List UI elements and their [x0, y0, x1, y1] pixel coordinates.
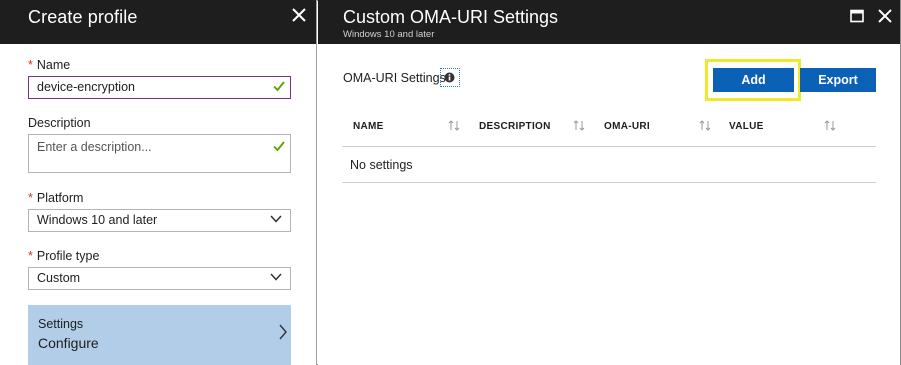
check-icon	[273, 81, 285, 92]
check-icon	[273, 141, 285, 152]
chevron-down-icon	[270, 273, 282, 281]
required-asterisk: *	[28, 249, 33, 263]
description-placeholder: Enter a description...	[37, 140, 152, 154]
name-label: * Name	[28, 58, 71, 72]
profile-type-select[interactable]: Custom	[28, 267, 291, 290]
blade-title: Custom OMA-URI Settings	[343, 7, 559, 27]
description-label: Description	[28, 116, 91, 130]
settings-value: Configure	[38, 335, 99, 351]
required-asterisk: *	[28, 58, 33, 72]
required-asterisk: *	[28, 191, 33, 205]
platform-value: Windows 10 and later	[37, 213, 158, 227]
table-row-divider	[342, 182, 876, 183]
add-button[interactable]: Add	[713, 68, 794, 92]
maximize-icon[interactable]	[850, 9, 864, 23]
custom-oma-uri-blade: Custom OMA-URI Settings Windows 10 and l…	[318, 0, 900, 365]
info-icon	[444, 72, 455, 83]
name-value: device-encryption	[37, 80, 135, 94]
column-header-oma-uri[interactable]: OMA-URI	[604, 121, 650, 132]
sort-icon[interactable]	[448, 120, 460, 131]
sort-icon[interactable]	[824, 120, 836, 131]
oma-uri-settings-label: OMA-URI Settings	[343, 71, 446, 85]
name-field[interactable]: device-encryption	[28, 76, 291, 99]
chevron-right-icon	[279, 324, 287, 340]
blade-title: Create profile	[28, 7, 138, 27]
sort-icon[interactable]	[699, 120, 711, 131]
close-icon[interactable]	[878, 9, 896, 27]
blade-header: Custom OMA-URI Settings Windows 10 and l…	[318, 0, 900, 44]
column-header-description[interactable]: DESCRIPTION	[479, 121, 551, 132]
create-profile-blade: Create profile * Name device-encryption D…	[0, 0, 317, 365]
chevron-down-icon	[270, 215, 282, 223]
info-button[interactable]	[440, 68, 460, 87]
profile-type-value: Custom	[37, 271, 81, 285]
platform-select[interactable]: Windows 10 and later	[28, 209, 291, 232]
table-header-divider	[342, 146, 876, 147]
column-header-value[interactable]: VALUE	[729, 121, 764, 132]
description-field[interactable]: Enter a description...	[28, 134, 291, 173]
export-button[interactable]: Export	[800, 68, 876, 92]
blade-header: Create profile	[0, 0, 316, 44]
settings-title: Settings	[38, 317, 84, 331]
platform-label: * Platform	[28, 191, 84, 205]
profile-type-label: * Profile type	[28, 249, 100, 263]
column-header-name[interactable]: NAME	[353, 121, 384, 132]
empty-table-message: No settings	[350, 158, 413, 172]
settings-configure-item[interactable]: Settings Configure	[28, 305, 291, 365]
close-icon[interactable]	[292, 8, 310, 26]
blade-subtitle: Windows 10 and later	[343, 29, 435, 40]
sort-icon[interactable]	[573, 120, 585, 131]
